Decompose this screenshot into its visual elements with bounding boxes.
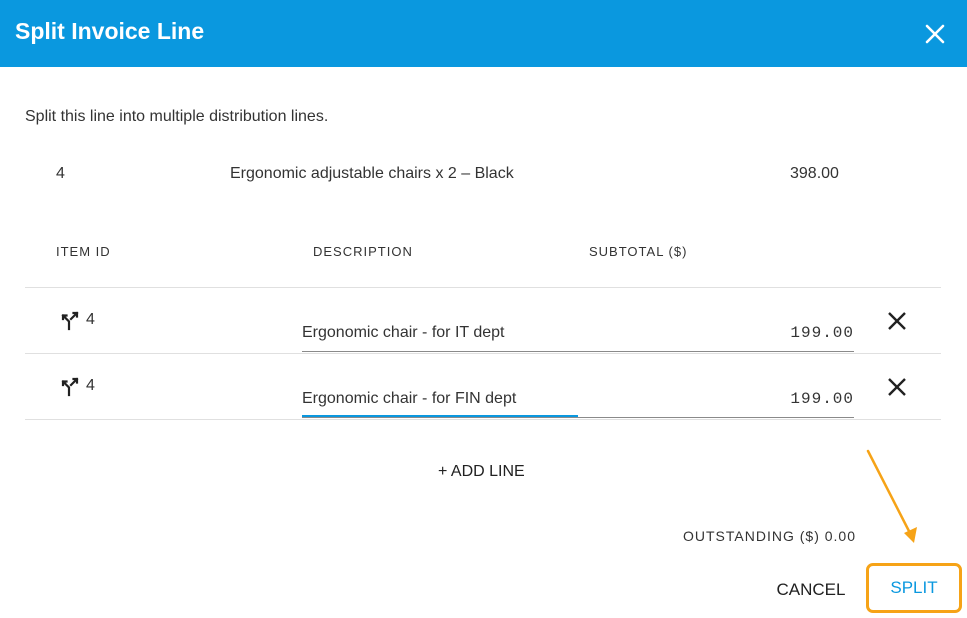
input-focus-underline xyxy=(302,415,578,417)
line-item-id: 4 xyxy=(86,311,95,328)
outstanding-total: OUTSTANDING ($) 0.00 xyxy=(683,528,856,544)
line-description-input[interactable] xyxy=(302,319,578,347)
remove-icon xyxy=(888,378,906,396)
cancel-button[interactable]: CANCEL xyxy=(765,572,857,608)
add-line-button[interactable]: + ADD LINE xyxy=(438,463,525,481)
remove-icon xyxy=(888,312,906,330)
intro-text: Split this line into multiple distributi… xyxy=(25,108,329,125)
column-header-description: DESCRIPTION xyxy=(313,244,413,259)
original-amount: 398.00 xyxy=(790,165,839,182)
input-underline xyxy=(302,351,854,352)
line-subtotal-input[interactable] xyxy=(578,385,854,413)
remove-line-button[interactable] xyxy=(884,308,910,334)
original-item-id: 4 xyxy=(56,165,65,182)
input-underline xyxy=(302,417,854,418)
close-icon xyxy=(925,24,945,44)
dialog-header: Split Invoice Line xyxy=(0,0,967,67)
line-subtotal-input[interactable] xyxy=(578,319,854,347)
split-icon xyxy=(61,311,79,331)
column-header-item-id: ITEM ID xyxy=(56,244,111,259)
original-description: Ergonomic adjustable chairs x 2 – Black xyxy=(230,165,514,182)
remove-line-button[interactable] xyxy=(884,374,910,400)
line-item-id: 4 xyxy=(86,377,95,394)
divider xyxy=(25,353,941,354)
divider xyxy=(25,287,941,288)
split-button[interactable]: SPLIT xyxy=(866,563,962,613)
column-header-subtotal: SUBTOTAL ($) xyxy=(589,244,688,259)
line-description-input[interactable] xyxy=(302,385,578,413)
split-icon xyxy=(61,377,79,397)
dialog-title: Split Invoice Line xyxy=(15,18,205,44)
close-button[interactable] xyxy=(918,17,952,51)
divider xyxy=(25,419,941,420)
annotation-arrow-icon xyxy=(866,449,917,543)
